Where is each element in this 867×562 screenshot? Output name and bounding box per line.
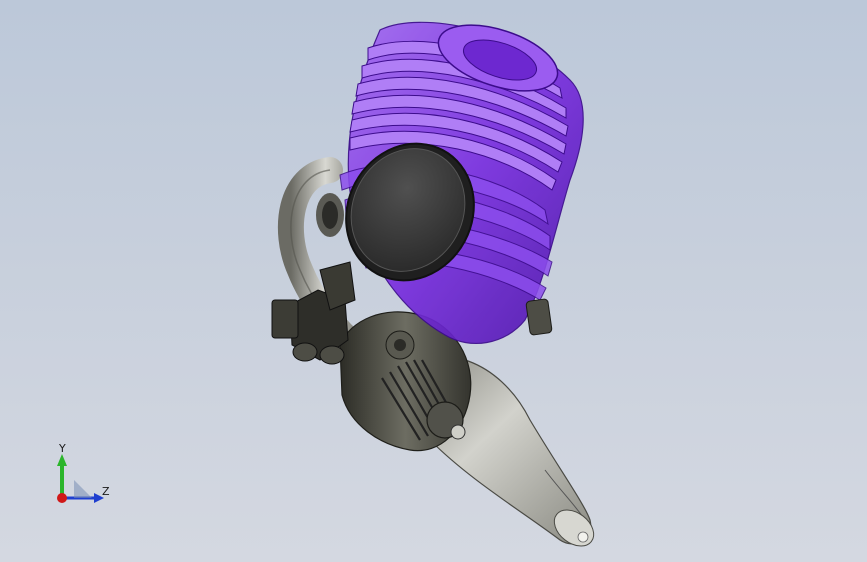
x-axis-dot xyxy=(57,493,67,503)
exhaust-stud xyxy=(525,298,553,336)
z-axis-label: Z xyxy=(102,485,110,498)
engine-3d-model[interactable] xyxy=(0,0,867,562)
graphics-viewport[interactable]: Y Z xyxy=(0,0,867,562)
triad-axes xyxy=(57,454,104,503)
triad-plane xyxy=(74,480,92,498)
view-orientation-triad: Y Z xyxy=(40,436,130,516)
y-axis-label: Y xyxy=(59,442,66,455)
y-axis-arrow xyxy=(57,454,67,466)
